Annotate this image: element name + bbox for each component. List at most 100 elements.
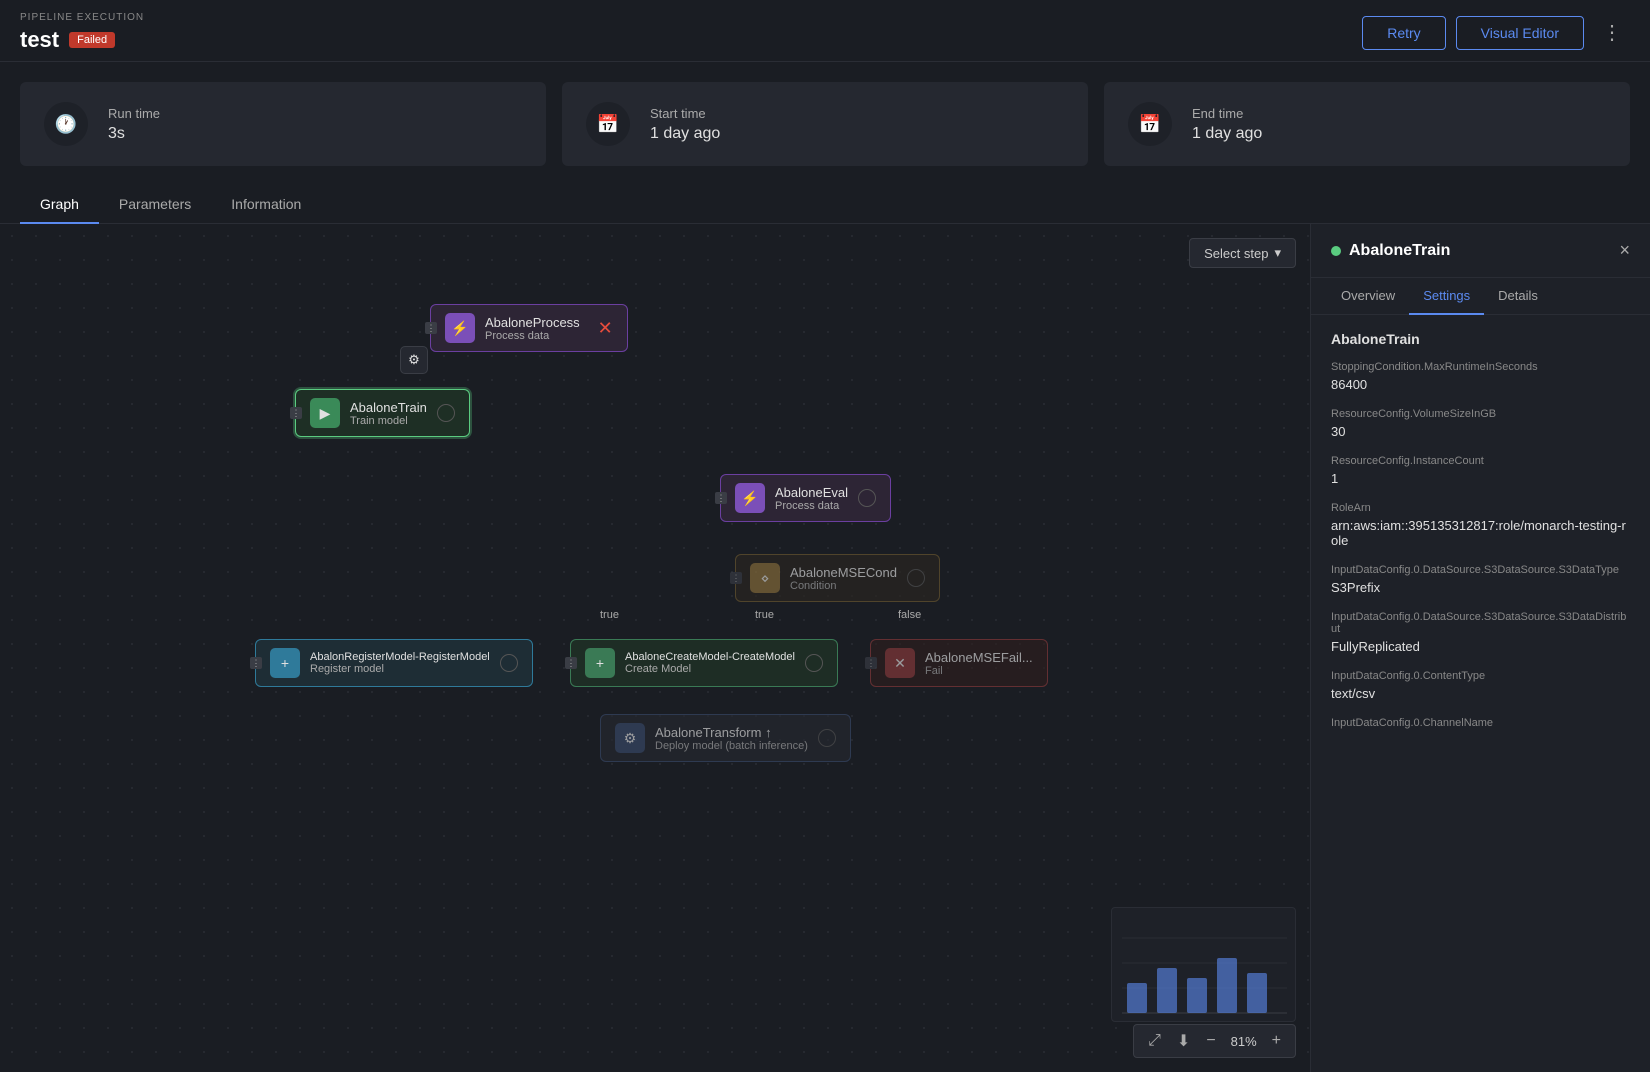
panel-title-text: AbaloneTrain	[1349, 242, 1450, 260]
error-icon: ✕	[598, 318, 613, 339]
download-button[interactable]: ⬇	[1171, 1029, 1196, 1053]
panel-title: AbaloneTrain	[1331, 242, 1450, 260]
graph-area[interactable]: Select step ▾ ⚙ ⋮ ⚡ AbaloneProcess Proce…	[0, 224, 1310, 1072]
header-left: PIPELINE EXECUTION test Failed	[20, 12, 144, 53]
fail-sub: Fail	[925, 665, 1033, 677]
eval-icon: ⚡	[735, 483, 765, 513]
zoom-level: 81%	[1226, 1034, 1262, 1049]
node-abalone-eval[interactable]: ⋮ ⚡ AbaloneEval Process data	[720, 474, 891, 522]
panel-tabs: Overview Settings Details	[1311, 278, 1650, 315]
more-menu-button[interactable]: ⋮	[1594, 16, 1630, 49]
tab-information[interactable]: Information	[211, 186, 321, 224]
select-step-label: Select step	[1204, 246, 1268, 261]
process-icon: ⚡	[445, 313, 475, 343]
node-abalone-fail[interactable]: ⋮ ✕ AbaloneMSEFail... Fail	[870, 639, 1048, 687]
content-type-value: text/csv	[1331, 686, 1630, 701]
s3-distrib-value: FullyReplicated	[1331, 639, 1630, 654]
node-abalone-transform[interactable]: ⚙ AbaloneTransform ↑ Deploy model (batch…	[600, 714, 851, 762]
handle-left-create: ⋮	[565, 657, 577, 669]
field-instance-count: ResourceConfig.InstanceCount 1	[1331, 455, 1630, 486]
stats-row: 🕐 Run time 3s 📅 Start time 1 day ago 📅 E…	[0, 62, 1650, 186]
stopping-condition-label: StoppingCondition.MaxRuntimeInSeconds	[1331, 361, 1630, 373]
register-icon: +	[270, 648, 300, 678]
fail-name: AbaloneMSEFail...	[925, 650, 1033, 665]
panel-tab-details[interactable]: Details	[1484, 278, 1552, 315]
panel-content: AbaloneTrain StoppingCondition.MaxRuntim…	[1311, 315, 1650, 1072]
stat-card-starttime: 📅 Start time 1 day ago	[562, 82, 1088, 166]
register-sub: Register model	[310, 663, 490, 675]
register-status	[500, 654, 518, 672]
calendar-start-icon: 📅	[586, 102, 630, 146]
field-channel-name: InputDataConfig.0.ChannelName	[1331, 717, 1630, 729]
stat-card-runtime: 🕐 Run time 3s	[20, 82, 546, 166]
fit-button[interactable]: ⤢	[1142, 1030, 1167, 1052]
channel-name-label: InputDataConfig.0.ChannelName	[1331, 717, 1630, 729]
tab-parameters[interactable]: Parameters	[99, 186, 211, 224]
eval-name: AbaloneEval	[775, 485, 848, 500]
settings-node[interactable]: ⚙	[400, 346, 428, 374]
field-role-arn: RoleArn arn:aws:iam::395135312817:role/m…	[1331, 502, 1630, 548]
stat-card-endtime: 📅 End time 1 day ago	[1104, 82, 1630, 166]
transform-icon: ⚙	[615, 723, 645, 753]
connections-svg	[0, 224, 300, 374]
tabs-bar: Graph Parameters Information	[0, 186, 1650, 224]
fail-icon: ✕	[885, 648, 915, 678]
field-s3-data-type: InputDataConfig.0.DataSource.S3DataSourc…	[1331, 564, 1630, 595]
create-name: AbaloneCreateModel-CreateModel	[625, 651, 795, 663]
volume-size-value: 30	[1331, 424, 1630, 439]
volume-size-label: ResourceConfig.VolumeSizeInGB	[1331, 408, 1630, 420]
runtime-label: Run time	[108, 106, 160, 121]
handle-left-cond: ⋮	[730, 572, 742, 584]
field-volume-size: ResourceConfig.VolumeSizeInGB 30	[1331, 408, 1630, 439]
panel-tab-overview[interactable]: Overview	[1327, 278, 1409, 315]
main-content: Select step ▾ ⚙ ⋮ ⚡ AbaloneProcess Proce…	[0, 224, 1650, 1072]
stopping-condition-value: 86400	[1331, 377, 1630, 392]
transform-sub: Deploy model (batch inference)	[655, 740, 808, 752]
true-label-left: true	[600, 609, 619, 621]
mini-chart	[1111, 907, 1296, 1022]
zoom-in-button[interactable]: +	[1266, 1030, 1287, 1052]
failed-badge: Failed	[69, 32, 115, 48]
node-abalone-register[interactable]: ⋮ + AbalonRegisterModel-RegisterModel Re…	[255, 639, 533, 687]
graph-controls: ⤢ ⬇ − 81% +	[1133, 1024, 1296, 1058]
handle-left-reg: ⋮	[250, 657, 262, 669]
runtime-value: 3s	[108, 125, 160, 143]
handle-left-eval: ⋮	[715, 492, 727, 504]
retry-button[interactable]: Retry	[1362, 16, 1445, 50]
pipeline-name: test	[20, 27, 59, 53]
zoom-out-button[interactable]: −	[1200, 1030, 1221, 1052]
right-panel: AbaloneTrain × Overview Settings Details…	[1310, 224, 1650, 1072]
visual-editor-button[interactable]: Visual Editor	[1456, 16, 1584, 50]
node-abalone-process[interactable]: ⋮ ⚡ AbaloneProcess Process data ✕	[430, 304, 628, 352]
node-abalone-create[interactable]: ⋮ + AbaloneCreateModel-CreateModel Creat…	[570, 639, 838, 687]
starttime-value: 1 day ago	[650, 125, 720, 143]
node-abalone-train[interactable]: ⋮ ▶ AbaloneTrain Train model	[295, 389, 470, 437]
register-name: AbalonRegisterModel-RegisterModel	[310, 651, 490, 663]
handle-left: ⋮	[425, 322, 437, 334]
clock-icon: 🕐	[44, 102, 88, 146]
create-icon: +	[585, 648, 615, 678]
false-label: false	[898, 609, 921, 621]
true-label-right: true	[755, 609, 774, 621]
condition-icon: ⋄	[750, 563, 780, 593]
s3-data-type-label: InputDataConfig.0.DataSource.S3DataSourc…	[1331, 564, 1630, 576]
train-status	[437, 404, 455, 422]
panel-status-dot	[1331, 246, 1341, 256]
tab-graph[interactable]: Graph	[20, 186, 99, 224]
select-step-dropdown[interactable]: Select step ▾	[1189, 238, 1296, 268]
node-abalone-condition[interactable]: ⋮ ⋄ AbaloneMSECond Condition	[735, 554, 940, 602]
field-s3-distrib: InputDataConfig.0.DataSource.S3DataSourc…	[1331, 611, 1630, 654]
panel-close-button[interactable]: ×	[1619, 240, 1630, 261]
transform-status	[818, 729, 836, 747]
condition-name: AbaloneMSECond	[790, 565, 897, 580]
train-sub: Train model	[350, 415, 427, 427]
create-status	[805, 654, 823, 672]
header-right: Retry Visual Editor ⋮	[1362, 16, 1630, 50]
field-content-type: InputDataConfig.0.ContentType text/csv	[1331, 670, 1630, 701]
condition-status	[907, 569, 925, 587]
panel-tab-settings[interactable]: Settings	[1409, 278, 1484, 315]
role-arn-label: RoleArn	[1331, 502, 1630, 514]
field-stopping-condition: StoppingCondition.MaxRuntimeInSeconds 86…	[1331, 361, 1630, 392]
condition-sub: Condition	[790, 580, 897, 592]
instance-count-label: ResourceConfig.InstanceCount	[1331, 455, 1630, 467]
